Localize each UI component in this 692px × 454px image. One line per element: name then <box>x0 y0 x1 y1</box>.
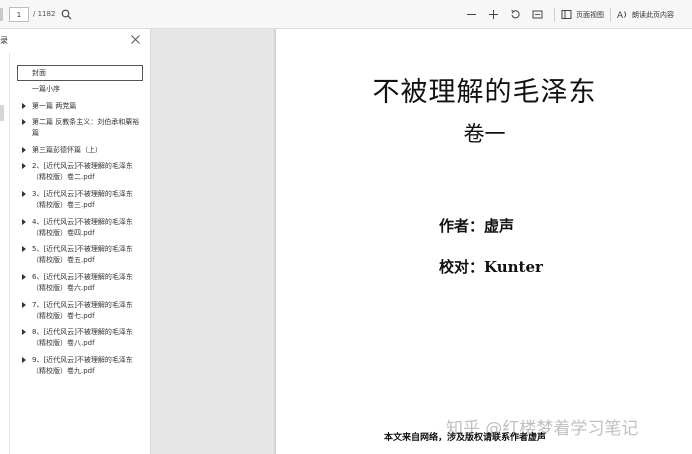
search-icon <box>61 9 72 20</box>
zoom-in-button[interactable] <box>482 5 504 25</box>
expand-arrow-icon[interactable] <box>22 163 26 169</box>
outline-item-label: 3、[近代风云]不被理解的毛泽东（精校版）卷三.pdf <box>32 190 133 209</box>
minus-icon <box>466 14 476 15</box>
sidebar-rail <box>0 53 10 454</box>
expand-arrow-icon[interactable] <box>22 219 26 225</box>
toolbar-separator <box>554 7 555 22</box>
outline-item-label: 4、[近代风云]不被理解的毛泽东（精校版）卷四.pdf <box>32 218 133 237</box>
rail-marker <box>0 105 4 121</box>
sidebar-title: 录 <box>0 36 8 45</box>
expand-arrow-icon[interactable] <box>22 357 26 363</box>
document-proofreader: 校对：Kunter <box>439 258 543 276</box>
page-view-button[interactable]: 页面视图 <box>561 5 604 25</box>
rotate-button[interactable] <box>504 5 526 25</box>
sidebar-header: 录 <box>0 29 151 53</box>
page-total: / 1182 <box>33 10 56 18</box>
document-footer: 本文来自网络，涉及版权请联系作者虚声 <box>384 433 547 443</box>
rotate-icon <box>510 9 520 19</box>
pdf-viewer-app: 1 / 1182 页面视图 A 朗读此页内容 录 封面 一篇小序 第一篇 两党篇… <box>0 0 692 454</box>
close-icon <box>131 35 140 44</box>
fit-page-icon <box>532 10 542 19</box>
page-view-label: 页面视图 <box>576 10 604 19</box>
expand-arrow-icon[interactable] <box>22 274 26 280</box>
expand-arrow-icon[interactable] <box>22 103 26 109</box>
expand-arrow-icon[interactable] <box>22 329 26 335</box>
outline-item-label: 2、[近代风云]不被理解的毛泽东（精校版）卷二.pdf <box>32 162 133 181</box>
document-viewer[interactable]: 不被理解的毛泽东 卷一 作者：虚声 校对：Kunter 知乎 @红楼梦着学习笔记… <box>151 29 692 454</box>
expand-arrow-icon[interactable] <box>22 191 26 197</box>
toolbar: 1 / 1182 页面视图 A 朗读此页内容 <box>0 0 692 29</box>
expand-arrow-icon[interactable] <box>22 246 26 252</box>
toolbar-right: 页面视图 A 朗读此页内容 <box>460 0 692 29</box>
read-aloud-label: 朗读此页内容 <box>632 10 674 19</box>
page-number-input[interactable]: 1 <box>9 7 29 22</box>
outline-item-label: 第三篇彭德怀篇（上） <box>32 146 102 154</box>
page-view-icon <box>561 10 572 19</box>
document-title: 不被理解的毛泽东 <box>372 77 597 108</box>
pdf-page: 不被理解的毛泽东 卷一 作者：虚声 校对：Kunter 知乎 @红楼梦着学习笔记… <box>275 29 692 454</box>
expand-arrow-icon[interactable] <box>22 147 26 153</box>
plus-icon <box>488 10 498 19</box>
outline-item-label: 第二篇 反教条主义：刘伯承和粟裕篇 <box>32 118 140 137</box>
outline-item-label: 7、[近代风云]不被理解的毛泽东（精校版）卷七.pdf <box>32 301 133 320</box>
zoom-out-button[interactable] <box>460 5 482 25</box>
outline-sidebar: 录 封面 一篇小序 第一篇 两党篇 第二篇 反教条主义：刘伯承和粟裕篇 第三篇彭… <box>0 29 151 454</box>
outline-item-label: 6、[近代风云]不被理解的毛泽东（精校版）卷六.pdf <box>32 273 133 292</box>
document-volume: 卷一 <box>463 122 506 146</box>
outline-item-label: 5、[近代风云]不被理解的毛泽东（精校版）卷五.pdf <box>32 245 133 264</box>
read-aloud-icon: A <box>617 11 626 20</box>
svg-text:A: A <box>617 11 624 20</box>
sidebar-toggle[interactable] <box>0 8 3 21</box>
search-button[interactable] <box>61 9 72 20</box>
expand-arrow-icon[interactable] <box>22 302 26 308</box>
outline-item-label: 8、[近代风云]不被理解的毛泽东（精校版）卷八.pdf <box>32 328 133 347</box>
page-number-value: 1 <box>16 10 22 19</box>
outline-item-label: 第一篇 两党篇 <box>32 102 77 110</box>
sidebar-close-button[interactable] <box>130 34 141 45</box>
outline-item-label: 一篇小序 <box>32 85 60 93</box>
toolbar-separator <box>610 7 611 22</box>
expand-arrow-icon[interactable] <box>22 119 26 125</box>
outline-item-label: 9、[近代风云]不被理解的毛泽东（精校版）卷九.pdf <box>32 356 133 375</box>
fit-page-button[interactable] <box>526 5 548 25</box>
read-aloud-button[interactable]: A 朗读此页内容 <box>617 5 674 25</box>
outline-item-label: 封面 <box>32 69 46 77</box>
document-author: 作者：虚声 <box>439 217 515 235</box>
